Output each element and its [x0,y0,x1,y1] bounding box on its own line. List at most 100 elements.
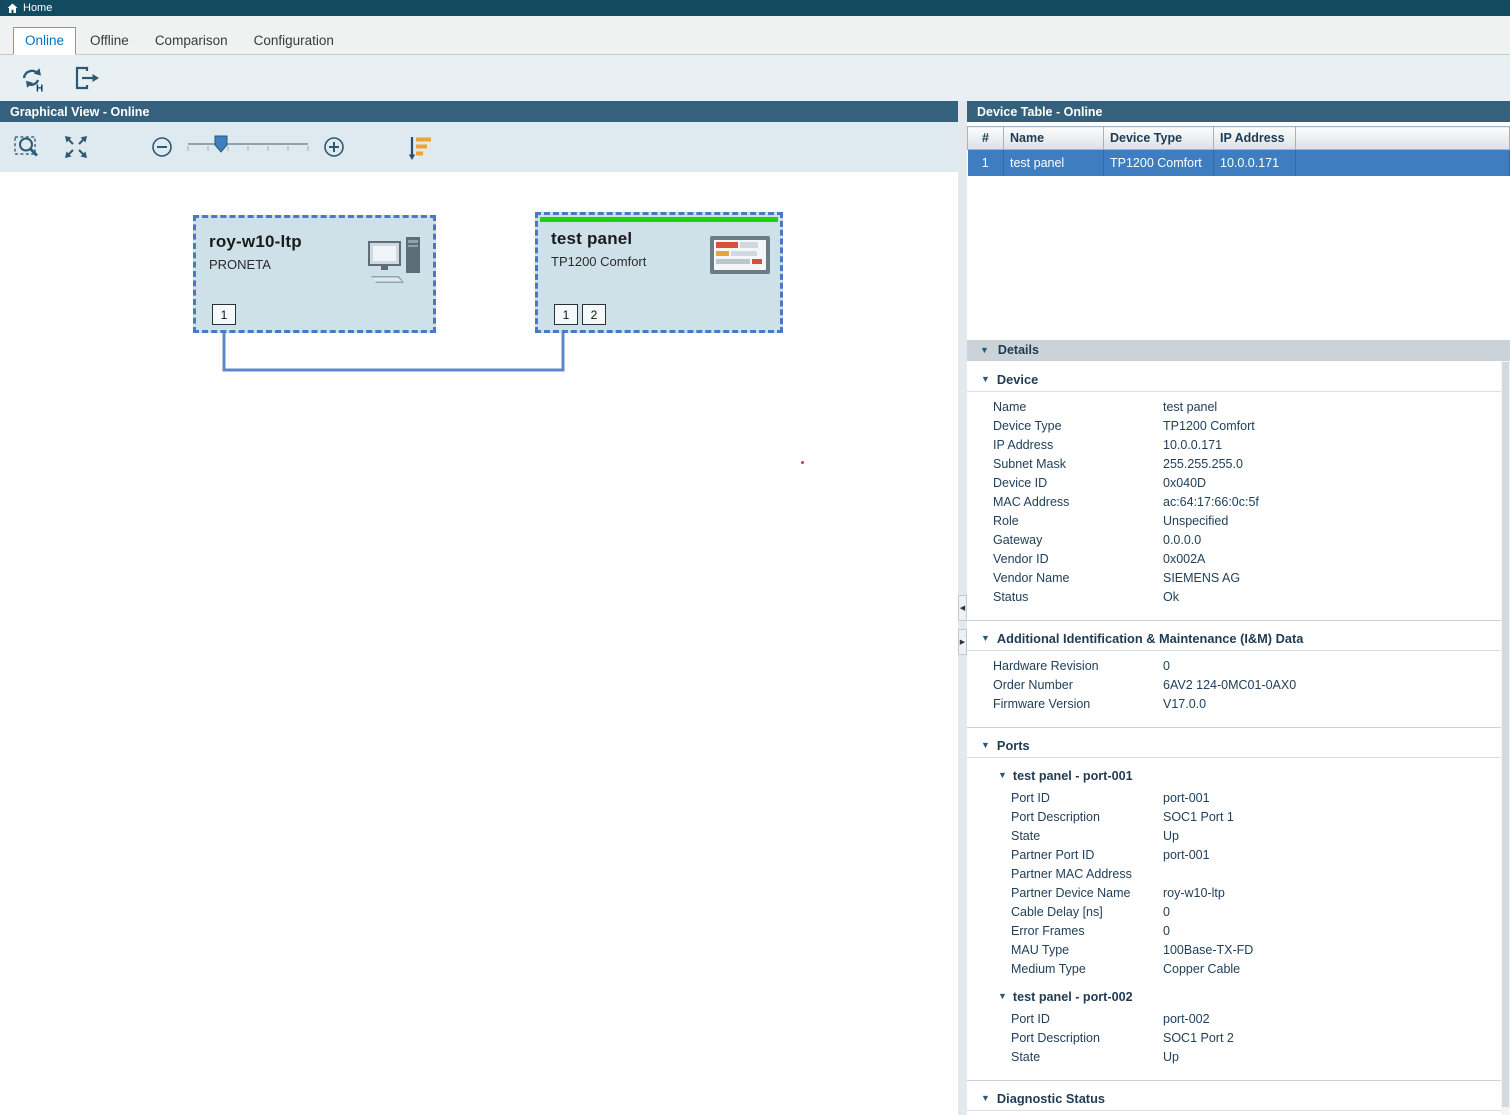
zoom-out-icon[interactable] [146,131,178,163]
cell-num[interactable]: 1 [968,150,1004,176]
graph-canvas[interactable]: roy-w10-ltp PRONETA [0,172,958,1115]
column-header-filler [1296,127,1510,150]
detail-value: 10.0.0.171 [1163,438,1222,452]
details-section-header[interactable]: ▼ Ports [967,733,1510,758]
detail-label: IP Address [993,438,1163,452]
details-section-header[interactable]: ▼Additional Identification & Maintenance… [967,626,1510,651]
connection-line [0,172,958,432]
export-icon[interactable] [70,62,102,94]
detail-value: 255.255.255.0 [1163,457,1243,471]
app-window: Home Online Offline Comparison Configura… [0,0,1510,1115]
detail-row: Medium TypeCopper Cable [967,960,1510,979]
detail-label: Order Number [993,678,1163,692]
section-separator [967,620,1510,621]
refresh-icon[interactable]: H [16,62,48,94]
column-header-device-type[interactable]: Device Type [1104,127,1214,150]
detail-value: port-001 [1163,848,1210,862]
port-box-1[interactable]: 1 [554,304,578,325]
column-header-num[interactable]: # [968,127,1004,150]
device-node-roy-w10-ltp[interactable]: roy-w10-ltp PRONETA [193,215,436,333]
cell-filler[interactable] [1296,150,1510,176]
detail-label: Partner MAC Address [1011,867,1163,881]
tab-online[interactable]: Online [13,27,76,55]
cell-ip-address[interactable]: 10.0.0.171 [1214,150,1296,176]
detail-value: TP1200 Comfort [1163,419,1255,433]
subsection-title: test panel - port-001 [1013,769,1133,783]
collapse-triangle-icon[interactable]: ▼ [980,346,989,355]
collapse-triangle-icon[interactable]: ▼ [981,634,990,643]
detail-value: 0x002A [1163,552,1205,566]
detail-row: Gateway0.0.0.0 [967,531,1510,550]
port-box-1[interactable]: 1 [212,304,236,325]
panel-splitter[interactable]: ◀ ▶ [958,101,967,1115]
device-table-header: Device Table - Online [967,101,1510,122]
detail-value: Up [1163,829,1179,843]
detail-label: Device Type [993,419,1163,433]
detail-value: 0x040D [1163,476,1206,490]
column-header-ip-address[interactable]: IP Address [1214,127,1296,150]
device-table: # Name Device Type IP Address 1test pane… [967,126,1510,176]
detail-label: Port ID [1011,791,1163,805]
detail-label: State [1011,1050,1163,1064]
zoom-slider[interactable] [182,131,314,164]
splitter-collapse-left-icon[interactable]: ◀ [958,595,967,621]
detail-value: Unspecified [1163,514,1228,528]
detail-label: State [1011,829,1163,843]
detail-value: SOC1 Port 2 [1163,1031,1234,1045]
detail-label: MAU Type [1011,943,1163,957]
collapse-triangle-icon[interactable]: ▼ [998,992,1007,1001]
detail-rows: Port IDport-002Port DescriptionSOC1 Port… [967,1008,1510,1071]
detail-row: StatusOk [967,588,1510,607]
details-section-header[interactable]: ▼ Device [967,367,1510,392]
cell-device-type[interactable]: TP1200 Comfort [1104,150,1214,176]
column-header-name[interactable]: Name [1004,127,1104,150]
detail-value: ac:64:17:66:0c:5f [1163,495,1259,509]
node-text: roy-w10-ltp PRONETA [209,232,302,272]
fit-view-icon[interactable] [60,131,92,163]
zoom-select-icon[interactable] [12,131,44,163]
detail-rows: Nametest panelDevice TypeTP1200 ComfortI… [967,396,1510,611]
collapse-triangle-icon[interactable]: ▼ [998,771,1007,780]
tab-configuration[interactable]: Configuration [242,27,346,55]
device-node-test-panel[interactable]: test panel TP1200 Comfort [535,212,783,333]
device-table-panel: Device Table - Online # Name Device Type… [967,101,1510,1115]
detail-label: MAC Address [993,495,1163,509]
details-section-header[interactable]: ▼Diagnostic Status [967,1086,1510,1111]
zoom-in-icon[interactable] [318,131,350,163]
section-title: Ports [997,738,1030,753]
detail-row: Hardware Revision0 [967,657,1510,676]
device-table-row[interactable]: 1test panelTP1200 Comfort10.0.0.171 [968,150,1510,176]
port-list: 1 [212,304,236,325]
port-box-2[interactable]: 2 [582,304,606,325]
details-subsection-header[interactable]: ▼test panel - port-002 [967,983,1510,1008]
details-scrollbar-thumb[interactable] [1502,362,1509,1108]
tab-comparison[interactable]: Comparison [143,27,240,55]
detail-label: Error Frames [1011,924,1163,938]
table-empty-area [967,176,1510,340]
detail-value: Copper Cable [1163,962,1240,976]
tab-offline[interactable]: Offline [78,27,141,55]
section-title: Device [997,372,1038,387]
detail-row: Subnet Mask255.255.255.0 [967,455,1510,474]
collapse-triangle-icon[interactable]: ▼ [981,1094,990,1103]
topology-sort-icon[interactable] [404,131,436,163]
main-toolbar: H [0,55,1510,101]
collapse-triangle-icon[interactable]: ▼ [981,741,990,750]
cell-name[interactable]: test panel [1004,150,1104,176]
details-scrollbar[interactable] [1501,361,1510,1115]
detail-label: Port ID [1011,1012,1163,1026]
home-icon[interactable] [7,3,18,14]
collapse-triangle-icon[interactable]: ▼ [981,375,990,384]
detail-row: Partner Device Nameroy-w10-ltp [967,884,1510,903]
splitter-collapse-right-icon[interactable]: ▶ [958,629,967,655]
device-type: TP1200 Comfort [551,254,646,269]
detail-row: Port IDport-001 [967,789,1510,808]
detail-label: Port Description [1011,1031,1163,1045]
details-band[interactable]: ▼ Details [967,340,1510,361]
detail-row: Cable Delay [ns]0 [967,903,1510,922]
detail-row: MAC Addressac:64:17:66:0c:5f [967,493,1510,512]
detail-row: Partner Port IDport-001 [967,846,1510,865]
details-subsection-header[interactable]: ▼ test panel - port-001 [967,762,1510,787]
detail-value: port-001 [1163,791,1210,805]
device-name: test panel [551,229,646,249]
